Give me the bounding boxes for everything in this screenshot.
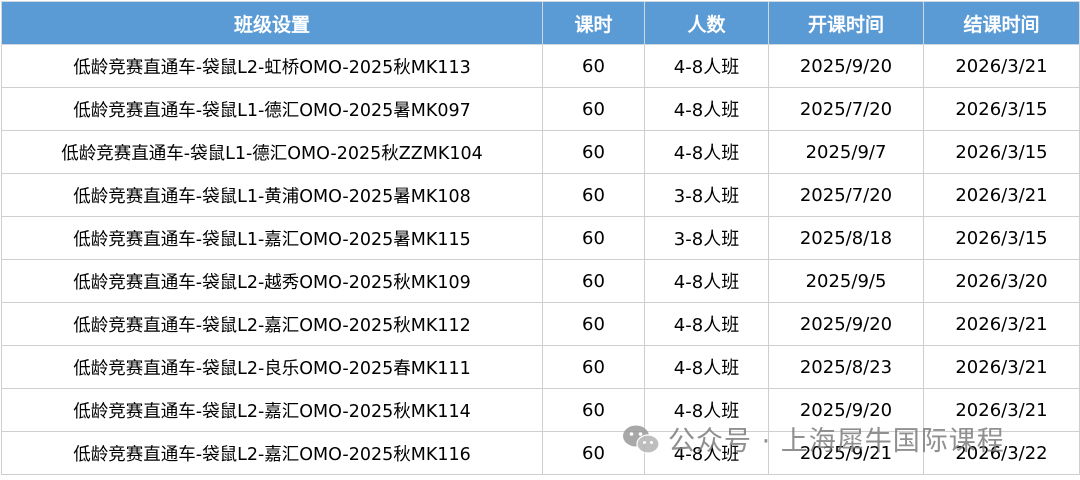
cell-class-size: 4-8人班 xyxy=(644,44,769,88)
table-row: 低龄竞赛直通车-袋鼠L1-黄浦OMO-2025暑MK108 60 3-8人班 2025… xyxy=(1,173,1080,217)
cell-class-name: 低龄竞赛直通车-袋鼠L2-良乐OMO-2025春MK111 xyxy=(1,345,543,389)
table-row: 低龄竞赛直通车-袋鼠L1-德汇OMO-2025暑MK097 60 4-8人班 2025… xyxy=(1,87,1080,131)
cell-end-date: 2026/3/15 xyxy=(923,130,1080,174)
table-row: 低龄竞赛直通车-袋鼠L2-良乐OMO-2025春MK111 60 4-8人班 2025… xyxy=(1,345,1080,389)
cell-start-date: 2025/9/20 xyxy=(768,388,924,432)
cell-class-name: 低龄竞赛直通车-袋鼠L1-德汇OMO-2025暑MK097 xyxy=(1,87,543,131)
cell-class-size: 3-8人班 xyxy=(644,216,769,260)
class-schedule-sheet: 班级设置 课时 人数 开课时间 结课时间 低龄竞赛直通车-袋鼠L2-虹桥OMO-… xyxy=(0,0,1080,480)
cell-end-date: 2026/3/15 xyxy=(923,216,1080,260)
cell-hours: 60 xyxy=(542,259,645,303)
cell-end-date: 2026/3/21 xyxy=(923,44,1080,88)
table-header: 班级设置 课时 人数 开课时间 结课时间 xyxy=(1,1,1080,45)
cell-hours: 60 xyxy=(542,173,645,217)
cell-class-name: 低龄竞赛直通车-袋鼠L2-越秀OMO-2025秋MK109 xyxy=(1,259,543,303)
cell-hours: 60 xyxy=(542,87,645,131)
cell-hours: 60 xyxy=(542,431,645,475)
cell-class-size: 4-8人班 xyxy=(644,259,769,303)
cell-end-date: 2026/3/21 xyxy=(923,388,1080,432)
table-row: 低龄竞赛直通车-袋鼠L1-德汇OMO-2025秋ZZMK104 60 4-8人班 20… xyxy=(1,130,1080,174)
cell-class-size: 4-8人班 xyxy=(644,431,769,475)
cell-class-name: 低龄竞赛直通车-袋鼠L2-嘉汇OMO-2025秋MK116 xyxy=(1,431,543,475)
table-row: 低龄竞赛直通车-袋鼠L2-嘉汇OMO-2025秋MK116 60 4-8人班 2025… xyxy=(1,431,1080,475)
cell-start-date: 2025/9/7 xyxy=(768,130,924,174)
cell-end-date: 2026/3/15 xyxy=(923,87,1080,131)
cell-start-date: 2025/9/21 xyxy=(768,431,924,475)
header-row: 班级设置 课时 人数 开课时间 结课时间 xyxy=(1,1,1080,45)
table-row: 低龄竞赛直通车-袋鼠L2-虹桥OMO-2025秋MK113 60 4-8人班 2025… xyxy=(1,44,1080,88)
table-row: 低龄竞赛直通车-袋鼠L2-嘉汇OMO-2025秋MK114 60 4-8人班 2025… xyxy=(1,388,1080,432)
cell-start-date: 2025/9/20 xyxy=(768,44,924,88)
cell-hours: 60 xyxy=(542,388,645,432)
header-class-size: 人数 xyxy=(644,1,769,45)
table-row: 低龄竞赛直通车-袋鼠L1-嘉汇OMO-2025暑MK115 60 3-8人班 2025… xyxy=(1,216,1080,260)
table-row: 低龄竞赛直通车-袋鼠L2-越秀OMO-2025秋MK109 60 4-8人班 2025… xyxy=(1,259,1080,303)
cell-end-date: 2026/3/21 xyxy=(923,345,1080,389)
cell-class-size: 3-8人班 xyxy=(644,173,769,217)
table-row: 低龄竞赛直通车-袋鼠L2-嘉汇OMO-2025秋MK112 60 4-8人班 2025… xyxy=(1,302,1080,346)
cell-class-size: 4-8人班 xyxy=(644,130,769,174)
cell-class-name: 低龄竞赛直通车-袋鼠L2-虹桥OMO-2025秋MK113 xyxy=(1,44,543,88)
cell-start-date: 2025/7/20 xyxy=(768,87,924,131)
header-start-date: 开课时间 xyxy=(768,1,924,45)
cell-class-size: 4-8人班 xyxy=(644,345,769,389)
header-end-date: 结课时间 xyxy=(923,1,1080,45)
cell-class-name: 低龄竞赛直通车-袋鼠L1-嘉汇OMO-2025暑MK115 xyxy=(1,216,543,260)
class-schedule-table: 班级设置 课时 人数 开课时间 结课时间 低龄竞赛直通车-袋鼠L2-虹桥OMO-… xyxy=(1,1,1080,475)
cell-class-name: 低龄竞赛直通车-袋鼠L2-嘉汇OMO-2025秋MK112 xyxy=(1,302,543,346)
cell-start-date: 2025/8/18 xyxy=(768,216,924,260)
header-hours: 课时 xyxy=(542,1,645,45)
cell-start-date: 2025/8/23 xyxy=(768,345,924,389)
cell-start-date: 2025/7/20 xyxy=(768,173,924,217)
cell-class-name: 低龄竞赛直通车-袋鼠L2-嘉汇OMO-2025秋MK114 xyxy=(1,388,543,432)
header-class-setting: 班级设置 xyxy=(1,1,543,45)
cell-class-size: 4-8人班 xyxy=(644,87,769,131)
cell-hours: 60 xyxy=(542,216,645,260)
table-body: 低龄竞赛直通车-袋鼠L2-虹桥OMO-2025秋MK113 60 4-8人班 2025… xyxy=(1,44,1080,475)
cell-hours: 60 xyxy=(542,130,645,174)
cell-class-name: 低龄竞赛直通车-袋鼠L1-德汇OMO-2025秋ZZMK104 xyxy=(1,130,543,174)
cell-end-date: 2026/3/20 xyxy=(923,259,1080,303)
cell-class-size: 4-8人班 xyxy=(644,388,769,432)
cell-end-date: 2026/3/21 xyxy=(923,302,1080,346)
cell-start-date: 2025/9/5 xyxy=(768,259,924,303)
cell-hours: 60 xyxy=(542,44,645,88)
cell-end-date: 2026/3/21 xyxy=(923,173,1080,217)
cell-start-date: 2025/9/20 xyxy=(768,302,924,346)
cell-hours: 60 xyxy=(542,302,645,346)
cell-hours: 60 xyxy=(542,345,645,389)
cell-class-name: 低龄竞赛直通车-袋鼠L1-黄浦OMO-2025暑MK108 xyxy=(1,173,543,217)
cell-end-date: 2026/3/22 xyxy=(923,431,1080,475)
cell-class-size: 4-8人班 xyxy=(644,302,769,346)
